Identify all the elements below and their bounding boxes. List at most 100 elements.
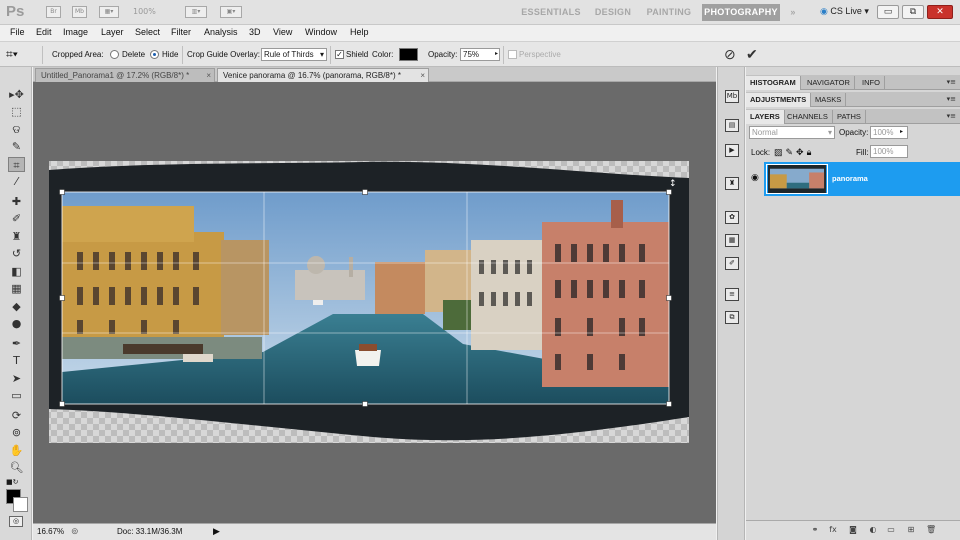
layer-row-panorama[interactable]: ◉ panorama	[746, 162, 960, 196]
zoom-options-icon[interactable]: ⊚	[71, 526, 79, 537]
crop-guide-overlay-select[interactable]: Rule of Thirds ▾	[261, 48, 327, 61]
lock-options-icons[interactable]: ▨✎✥🔒︎	[774, 147, 814, 158]
restore-button[interactable]: ⧉	[902, 5, 924, 19]
shape-tool-icon[interactable]: ▭	[8, 388, 25, 403]
brushes-panel-icon[interactable]: ✿	[725, 211, 739, 224]
launch-bridge-icon[interactable]: Br	[46, 6, 61, 18]
cancel-crop-icon[interactable]: ⊘	[724, 46, 736, 63]
background-color-swatch[interactable]	[13, 497, 28, 512]
workspace-design[interactable]: DESIGN	[591, 4, 635, 21]
quick-mask-icon[interactable]: ◎	[9, 516, 23, 527]
zoom-tool-icon[interactable]: 🔍︎	[8, 460, 25, 475]
status-zoom-value[interactable]: 16.67%	[37, 527, 64, 536]
tab-untitled-panorama1[interactable]: Untitled_Panorama1 @ 17.2% (RGB/8*) * ×	[35, 68, 215, 82]
arrange-documents-icon[interactable]: ▥▾	[185, 6, 207, 18]
tab-venice-panorama[interactable]: Venice panorama @ 16.7% (panorama, RGB/8…	[217, 68, 429, 82]
menu-3d[interactable]: 3D	[249, 27, 261, 37]
screen-mode-icon[interactable]: ▣▾	[220, 6, 242, 18]
eraser-tool-icon[interactable]: ◧	[8, 264, 25, 279]
panel-menu-icon[interactable]: ▾≡	[947, 78, 956, 86]
tool-presets-panel-icon[interactable]: ▦	[725, 234, 739, 247]
menu-edit[interactable]: Edit	[36, 27, 52, 37]
type-tool-icon[interactable]: T	[8, 353, 25, 368]
3d-orbit-tool-icon[interactable]: ⊚	[8, 425, 25, 440]
zoom-level-select[interactable]: 100%	[133, 7, 156, 16]
actions-panel-icon[interactable]: ▶	[725, 144, 739, 157]
dodge-tool-icon[interactable]: ●	[8, 316, 25, 331]
workspace-painting[interactable]: PAINTING	[642, 4, 696, 21]
pen-tool-icon[interactable]: ✒	[8, 336, 25, 351]
launch-minibridge-icon[interactable]: Mb	[72, 6, 87, 18]
gradient-tool-icon[interactable]: ▦	[8, 281, 25, 296]
chevron-right-icon[interactable]: ▸	[900, 128, 903, 135]
crop-tool-icon[interactable]: ⌗	[8, 157, 25, 172]
history-panel-icon[interactable]: ▤	[725, 119, 739, 132]
menu-analysis[interactable]: Analysis	[204, 27, 238, 37]
tab-histogram[interactable]: HISTOGRAM	[746, 76, 801, 90]
close-icon[interactable]: ×	[206, 69, 211, 82]
more-workspaces-icon[interactable]: »	[785, 4, 801, 21]
minimize-button[interactable]: ▭	[877, 5, 899, 19]
cropped-area-delete-radio[interactable]	[110, 50, 119, 59]
perspective-checkbox[interactable]	[508, 50, 517, 59]
marquee-tool-icon[interactable]: ⬚	[8, 104, 25, 119]
commit-crop-icon[interactable]: ✔	[746, 46, 758, 63]
adjustment-layer-icon[interactable]: ◐	[868, 525, 878, 535]
default-colors-icon[interactable]: ■↻	[6, 478, 18, 486]
brush-tool-icon[interactable]: ✐	[8, 211, 25, 226]
cs-live-button[interactable]: ◉ CS Live ▾	[820, 6, 869, 17]
healing-brush-tool-icon[interactable]: ✚	[8, 194, 25, 209]
blur-tool-icon[interactable]: ◆	[8, 299, 25, 314]
new-layer-icon[interactable]: ⊞	[906, 525, 916, 535]
menu-image[interactable]: Image	[63, 27, 88, 37]
close-icon[interactable]: ×	[420, 69, 425, 82]
tab-channels[interactable]: CHANNELS	[783, 110, 833, 124]
layer-fill-input[interactable]: 100%	[870, 145, 908, 158]
path-selection-tool-icon[interactable]: ➤	[8, 371, 25, 386]
link-layers-icon[interactable]: ⚭	[810, 525, 820, 535]
view-extras-icon[interactable]: ▦▾	[99, 6, 119, 18]
panel-menu-icon[interactable]: ▾≡	[947, 95, 956, 103]
visibility-eye-icon[interactable]: ◉	[751, 173, 759, 183]
menu-view[interactable]: View	[273, 27, 292, 37]
delete-layer-icon[interactable]: 🗑︎	[926, 525, 936, 535]
status-menu-arrow-icon[interactable]: ▶	[213, 526, 220, 537]
clone-source-panel-icon[interactable]: ♜	[725, 177, 739, 190]
styles-panel-icon[interactable]: ✐	[725, 257, 739, 270]
swatches-panel-icon[interactable]: ⧉	[725, 311, 739, 324]
tab-paths[interactable]: PATHS	[833, 110, 866, 124]
shield-checkbox[interactable]: ✓	[335, 50, 344, 59]
menu-window[interactable]: Window	[305, 27, 337, 37]
crop-tool-preset-icon[interactable]: ⌗▾	[6, 47, 18, 62]
minibridge-panel-icon[interactable]: Mb	[725, 90, 739, 103]
opacity-input[interactable]: 75% ▸	[460, 48, 500, 61]
notes-panel-icon[interactable]: ≡	[725, 288, 739, 301]
add-mask-icon[interactable]: ◙	[848, 525, 858, 535]
canvas-area[interactable]: ↕	[33, 82, 716, 523]
workspace-essentials[interactable]: ESSENTIALS	[519, 4, 583, 21]
menu-help[interactable]: Help	[350, 27, 369, 37]
cropped-area-hide-radio[interactable]	[150, 50, 159, 59]
3d-rotate-tool-icon[interactable]: ⟳	[8, 408, 25, 423]
quick-selection-tool-icon[interactable]: ✎	[8, 139, 25, 154]
document-canvas[interactable]: ↕	[33, 82, 716, 523]
tab-adjustments[interactable]: ADJUSTMENTS	[746, 93, 812, 107]
blend-mode-select[interactable]: Normal ▾	[749, 126, 835, 139]
new-group-icon[interactable]: ▭	[886, 525, 896, 535]
clone-stamp-tool-icon[interactable]: ♜	[8, 229, 25, 244]
menu-filter[interactable]: Filter	[171, 27, 191, 37]
close-button[interactable]: ✕	[927, 5, 953, 19]
layer-style-icon[interactable]: fx	[828, 525, 838, 535]
tab-layers[interactable]: LAYERS	[746, 110, 785, 124]
menu-file[interactable]: File	[10, 27, 25, 37]
hand-tool-icon[interactable]: ✋	[8, 443, 25, 458]
tab-navigator[interactable]: NAVIGATOR	[803, 76, 855, 90]
move-tool-icon[interactable]: ▸✥	[8, 87, 25, 102]
panel-menu-icon[interactable]: ▾≡	[947, 112, 956, 120]
menu-layer[interactable]: Layer	[101, 27, 124, 37]
menu-select[interactable]: Select	[135, 27, 160, 37]
shield-color-swatch[interactable]	[399, 48, 418, 61]
workspace-photography[interactable]: PHOTOGRAPHY	[702, 4, 780, 21]
eyedropper-tool-icon[interactable]: ⁄	[8, 174, 25, 189]
history-brush-tool-icon[interactable]: ↺	[8, 246, 25, 261]
